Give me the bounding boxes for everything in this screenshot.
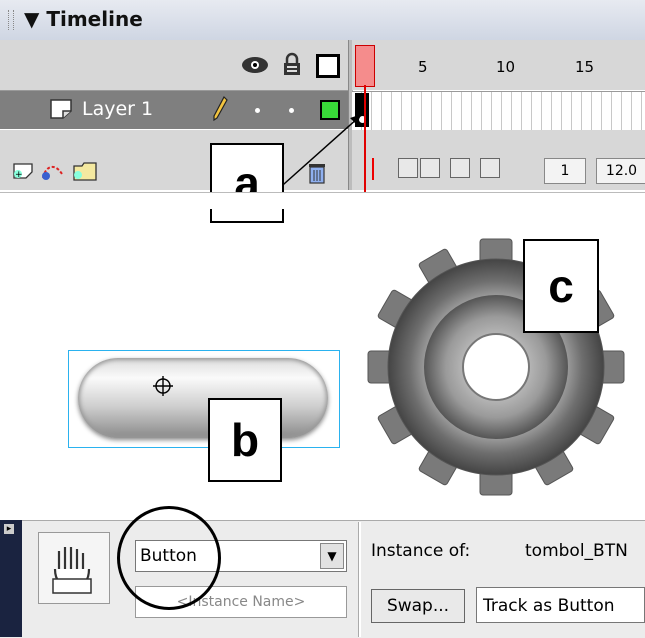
frame-number: 15 bbox=[575, 58, 595, 76]
frame-number: 5 bbox=[418, 58, 428, 76]
instance-of-label: Instance of: bbox=[371, 541, 471, 561]
inspector-divider bbox=[358, 522, 361, 637]
timeline-title-bar[interactable]: ▼ Timeline bbox=[0, 0, 645, 41]
callout-label-a: a bbox=[210, 143, 284, 223]
frame-ruler[interactable]: 1 5 10 15 bbox=[352, 40, 645, 90]
edit-multiple-frames-icon[interactable] bbox=[450, 158, 470, 178]
tracking-select[interactable]: Track as Button bbox=[476, 587, 645, 623]
layer-page-icon bbox=[50, 99, 72, 119]
button-symbol-type-icon bbox=[38, 532, 110, 604]
modify-onion-markers-icon[interactable] bbox=[480, 158, 500, 178]
add-motion-guide-icon[interactable] bbox=[40, 160, 66, 182]
highlight-circle bbox=[117, 506, 221, 610]
outline-toggle-icon[interactable] bbox=[316, 54, 340, 78]
registration-point-icon bbox=[153, 376, 173, 396]
lock-icon[interactable] bbox=[282, 52, 302, 76]
swap-button[interactable]: Swap... bbox=[371, 589, 465, 623]
current-frame-field: 1 bbox=[544, 158, 586, 184]
property-inspector-tab[interactable]: ▸ bbox=[0, 520, 22, 637]
stage-top-edge bbox=[0, 192, 645, 209]
chevron-down-icon[interactable]: ▼ bbox=[320, 543, 344, 569]
frame-cells[interactable] bbox=[352, 91, 645, 131]
insert-layer-folder-icon[interactable] bbox=[72, 160, 100, 182]
onion-skin-outlines-icon[interactable] bbox=[420, 158, 440, 178]
insert-layer-icon[interactable]: + bbox=[12, 162, 34, 180]
callout-a-arrow bbox=[274, 114, 362, 193]
layer-name[interactable]: Layer 1 bbox=[82, 98, 153, 120]
pencil-icon bbox=[213, 96, 228, 122]
svg-text:+: + bbox=[15, 170, 23, 180]
button-symbol[interactable] bbox=[78, 358, 328, 438]
panel-grip-icon[interactable] bbox=[8, 10, 14, 30]
callout-label-c: c bbox=[523, 239, 599, 333]
instance-of-value: tombol_BTN bbox=[525, 541, 628, 561]
timeline-title[interactable]: ▼ Timeline bbox=[24, 7, 143, 31]
frame-number: 10 bbox=[496, 58, 516, 76]
visibility-dot-icon[interactable] bbox=[255, 108, 260, 113]
onion-skin-icon[interactable] bbox=[398, 158, 418, 178]
layer-header-row bbox=[0, 40, 350, 91]
collapse-icon[interactable]: ▸ bbox=[4, 524, 14, 534]
playhead[interactable] bbox=[355, 45, 375, 87]
show-hide-eye-icon[interactable] bbox=[240, 55, 270, 75]
frame-rate-field: 12.0 bbox=[596, 158, 645, 184]
callout-label-b: b bbox=[208, 398, 282, 482]
